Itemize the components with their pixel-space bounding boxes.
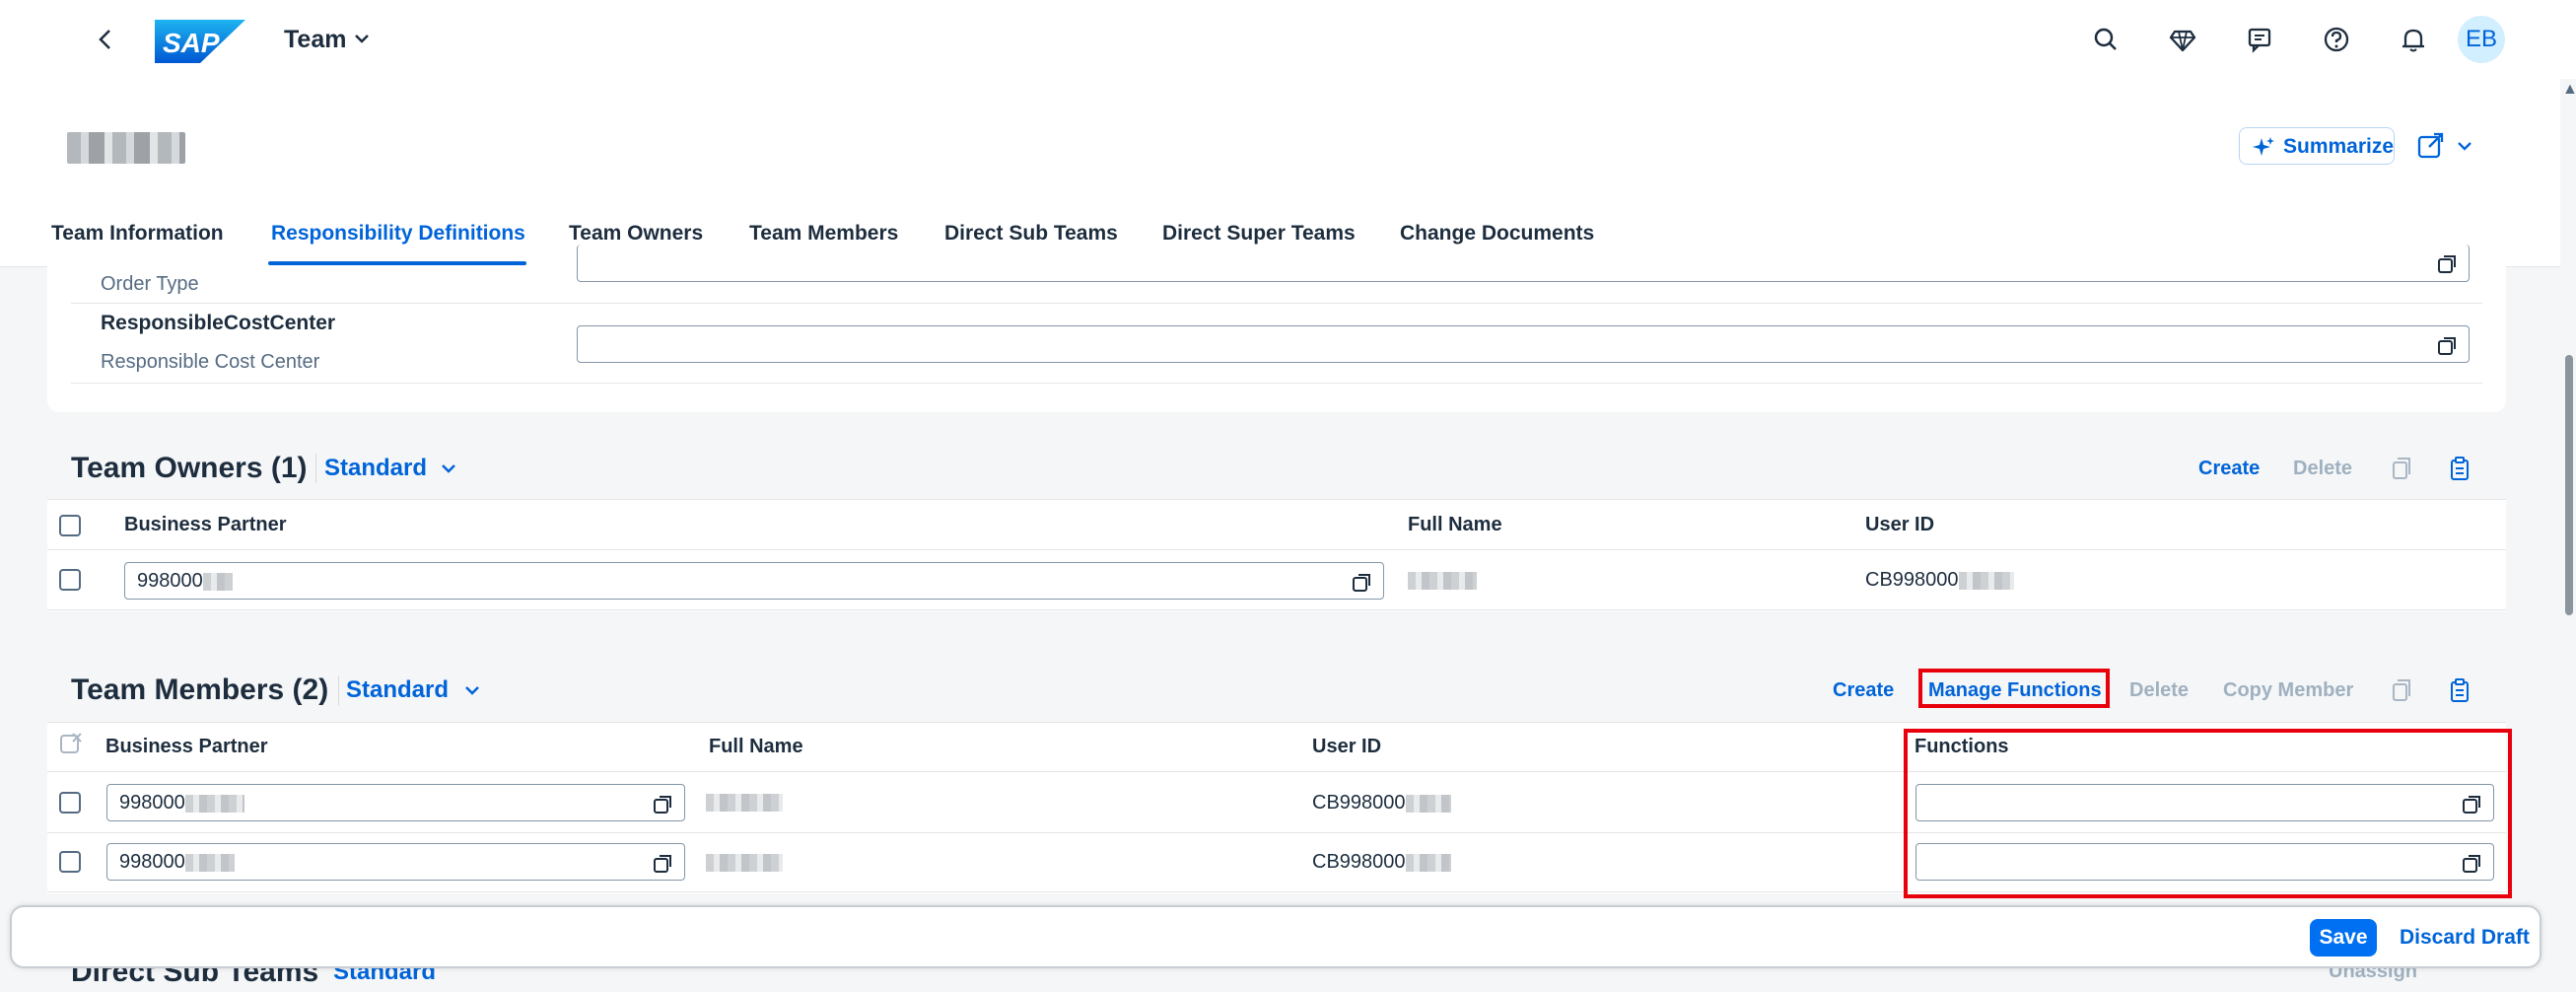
functions-column-highlight (1904, 729, 2512, 898)
business-partner-value: 998000 (119, 792, 185, 814)
diamond-icon (2169, 30, 2196, 52)
team-owners-title: Team Owners (1) (71, 452, 308, 484)
full-name-redacted (706, 854, 783, 872)
row-checkbox[interactable] (59, 851, 81, 873)
copy-icon[interactable] (2388, 456, 2413, 481)
tab-responsibility-definitions[interactable]: Responsibility Definitions (271, 219, 525, 248)
scroll-thumb[interactable] (2565, 355, 2573, 615)
cost-center-technical-name: ResponsibleCostCenter (101, 312, 336, 334)
active-tab-indicator (268, 261, 526, 265)
full-name-redacted (1408, 572, 1477, 590)
sap-logo[interactable]: SAP (155, 20, 245, 63)
column-header-business-partner[interactable]: Business Partner (105, 733, 268, 760)
avatar[interactable]: EB (2458, 16, 2505, 63)
column-header-user-id[interactable]: User ID (1865, 511, 1934, 538)
cost-center-label: Responsible Cost Center (101, 351, 320, 373)
save-button[interactable]: Save (2310, 919, 2377, 957)
discard-draft-button[interactable]: Discard Draft (2400, 919, 2530, 957)
logo-text: SAP (163, 28, 220, 58)
divider (47, 722, 2506, 723)
user-id-cell: CB998000 (1312, 789, 1451, 816)
notifications-button[interactable] (2394, 20, 2433, 59)
sparkle-icon (2253, 137, 2274, 156)
help-button[interactable] (2317, 20, 2356, 59)
team-owners-delete-button[interactable]: Delete (2293, 454, 2352, 483)
chevron-down-icon[interactable] (461, 679, 483, 701)
team-members-title: Team Members (2) (71, 673, 329, 706)
scroll-up-icon[interactable]: ▲ (2562, 81, 2576, 99)
separator (338, 675, 339, 705)
chevron-left-icon (99, 30, 110, 49)
business-partner-value: 998000 (137, 570, 203, 592)
team-members-delete-button[interactable]: Delete (2129, 675, 2189, 705)
column-header-business-partner[interactable]: Business Partner (124, 511, 287, 538)
team-members-variant[interactable]: Standard (346, 671, 449, 710)
column-header-full-name[interactable]: Full Name (709, 733, 803, 760)
select-all-checkbox[interactable] (59, 515, 81, 536)
search-button[interactable] (2086, 20, 2125, 59)
help-icon (2324, 27, 2349, 52)
divider (71, 303, 2482, 304)
redacted (184, 794, 244, 813)
summarize-label: Summarize (2283, 135, 2395, 158)
value-help-icon[interactable] (2437, 334, 2459, 356)
business-partner-input[interactable]: 998000 (106, 843, 685, 881)
copy-member-button[interactable]: Copy Member (2223, 675, 2353, 705)
divider (47, 499, 2506, 500)
team-owners-create-button[interactable]: Create (2198, 454, 2260, 483)
responsible-cost-center-input[interactable] (577, 325, 2470, 363)
divider (47, 549, 2506, 550)
business-partner-value: 998000 (119, 851, 185, 873)
column-header-full-name[interactable]: Full Name (1408, 511, 1502, 538)
paste-icon[interactable] (2447, 677, 2472, 703)
order-type-input[interactable] (577, 245, 2470, 282)
chevron-down-icon[interactable] (351, 28, 373, 49)
team-owners-variant[interactable]: Standard (324, 449, 427, 488)
share-icon (2417, 132, 2472, 159)
chevron-down-icon[interactable] (438, 458, 459, 479)
value-help-icon[interactable] (1352, 571, 1373, 593)
divider (71, 383, 2482, 384)
summarize-button[interactable]: Summarize (2239, 127, 2395, 165)
share-button[interactable] (2413, 127, 2482, 165)
row-checkbox[interactable] (59, 792, 81, 814)
user-id-cell: CB998000 (1312, 848, 1451, 876)
separator (315, 454, 316, 483)
row-checkbox[interactable] (59, 569, 81, 591)
value-help-icon[interactable] (653, 793, 674, 815)
paste-icon[interactable] (2447, 456, 2472, 481)
copy-icon[interactable] (2388, 677, 2413, 703)
redacted (202, 572, 233, 591)
back-button[interactable] (91, 22, 120, 57)
business-partner-input[interactable]: 998000 (124, 562, 1384, 600)
business-partner-input[interactable]: 998000 (106, 784, 685, 821)
notes-icon (2248, 28, 2271, 53)
order-type-label: Order Type (101, 273, 199, 295)
full-name-redacted (706, 794, 783, 812)
notes-button[interactable] (2240, 20, 2279, 59)
value-help-icon[interactable] (653, 852, 674, 874)
divider (47, 609, 2506, 610)
value-help-icon[interactable] (2437, 252, 2459, 274)
manage-functions-button[interactable]: Manage Functions (1928, 675, 2102, 705)
object-title-redacted (67, 132, 185, 164)
team-members-create-button[interactable]: Create (1833, 675, 1894, 705)
footer-toolbar (10, 905, 2541, 968)
user-id-cell: CB998000 (1865, 566, 2014, 594)
tab-team-information[interactable]: Team Information (51, 219, 224, 248)
column-header-user-id[interactable]: User ID (1312, 733, 1381, 760)
redacted (184, 853, 235, 872)
deselect-all-icon[interactable] (59, 732, 83, 755)
bell-icon (2402, 29, 2424, 52)
joule-button[interactable] (2163, 20, 2202, 59)
app-title[interactable]: Team (284, 23, 346, 56)
search-icon (2094, 28, 2117, 50)
